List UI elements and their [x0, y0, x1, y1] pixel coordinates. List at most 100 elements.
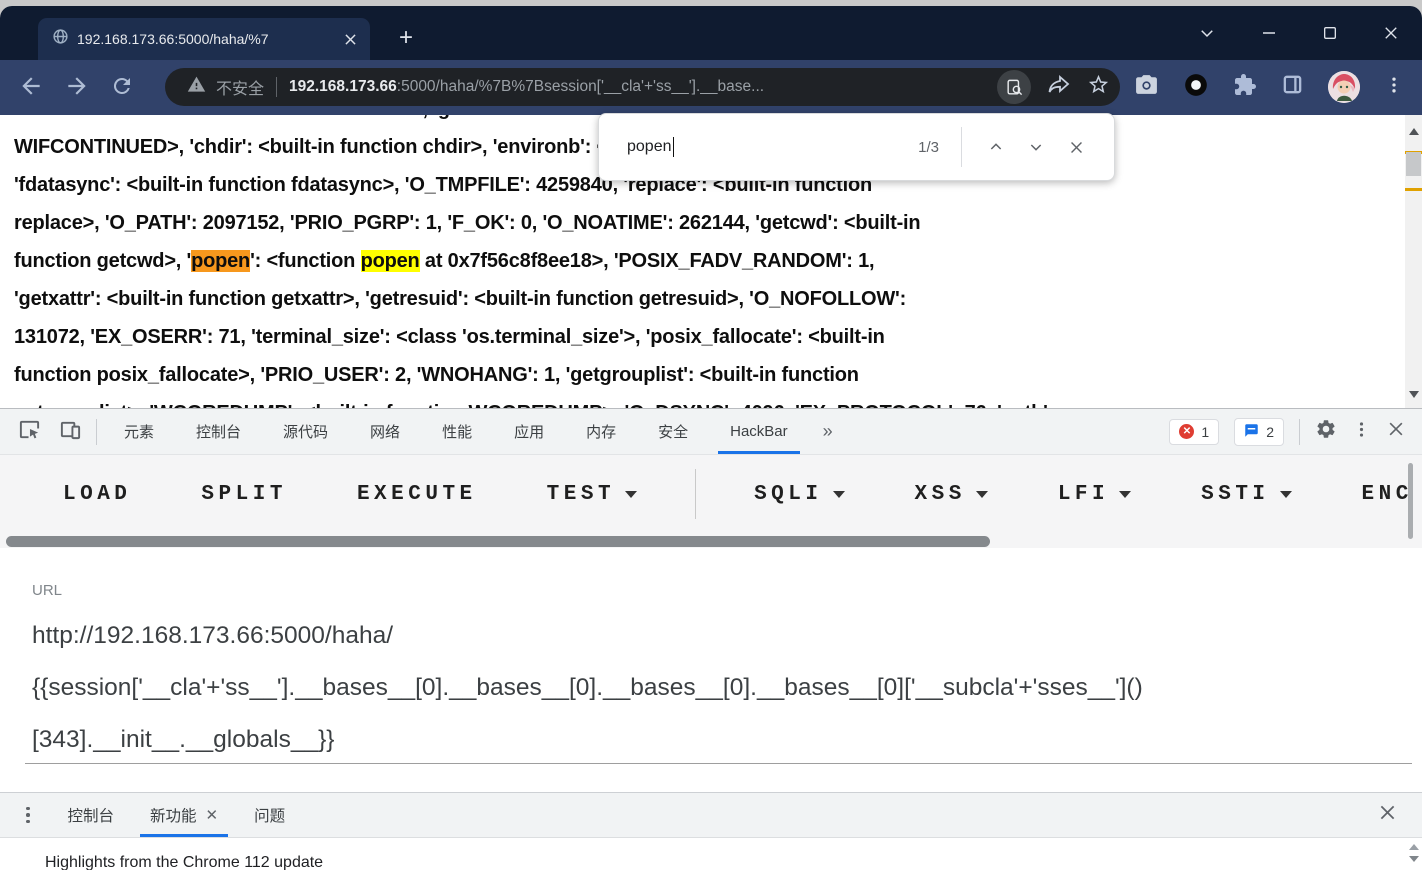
devtools-tab-元素[interactable]: 元素 — [103, 409, 175, 454]
hackbar-menu-load[interactable]: LOAD — [63, 483, 131, 506]
drawer-tab-label: 新功能 — [150, 804, 197, 826]
page-text-line: function getcwd>, 'popen': <function pop… — [14, 242, 1380, 280]
drawer-close-icon[interactable] — [1377, 802, 1422, 828]
side-panel-icon[interactable] — [1281, 73, 1304, 101]
drawer-menu-kebab-icon[interactable] — [0, 807, 50, 824]
scroll-up-icon[interactable] — [1409, 128, 1419, 135]
find-close-icon[interactable] — [1056, 127, 1096, 167]
dropdown-caret-icon — [833, 491, 845, 498]
drawer-tab-控制台[interactable]: 控制台 — [50, 793, 133, 837]
url-host: 192.168.173.66 — [289, 78, 397, 95]
hackbar-menu-enc[interactable]: ENC — [1362, 483, 1413, 506]
close-window-button[interactable] — [1382, 24, 1400, 42]
find-in-page-bar[interactable]: popen 1/3 — [598, 113, 1115, 181]
menu-label: SPLIT — [201, 483, 287, 506]
error-badge[interactable]: ✕ 1 — [1169, 419, 1219, 445]
address-bar[interactable]: 不安全 192.168.173.66:5000/haha/%7B%7Bsessi… — [165, 68, 1120, 106]
browser-menu-kebab-icon[interactable] — [1384, 75, 1404, 100]
scroll-down-icon[interactable] — [1409, 391, 1419, 398]
share-icon[interactable] — [1047, 73, 1071, 102]
menu-label: TEST — [547, 483, 615, 506]
hackbar-menu-ssti[interactable]: SSTI — [1201, 483, 1291, 506]
devtools-divider — [96, 419, 97, 445]
devtools-tab-源代码[interactable]: 源代码 — [262, 409, 349, 454]
find-next-icon[interactable] — [1016, 127, 1056, 167]
devtools-tabbar: 元素控制台源代码网络性能应用内存安全HackBar » ✕ 1 2 — [0, 408, 1422, 455]
devtools-tab-应用[interactable]: 应用 — [493, 409, 565, 454]
not-secure-warning-icon — [187, 75, 206, 99]
tab-close-icon[interactable] — [340, 29, 360, 49]
page-scrollbar[interactable] — [1405, 115, 1422, 408]
url-field-label: URL — [32, 582, 62, 599]
find-input[interactable]: popen — [627, 137, 918, 157]
find-previous-icon[interactable] — [976, 127, 1016, 167]
security-label[interactable]: 不安全 — [216, 75, 264, 99]
url-field[interactable]: http://192.168.173.66:5000/haha/ {{sessi… — [32, 610, 1392, 766]
hackbar-menu-sqli[interactable]: SQLI — [754, 483, 844, 506]
message-badge[interactable]: 2 — [1234, 418, 1284, 446]
hackbar-horizontal-scrollbar[interactable] — [6, 536, 990, 547]
back-icon[interactable] — [18, 73, 44, 104]
dropdown-caret-icon — [976, 491, 988, 498]
hackbar-menu-test[interactable]: TEST — [547, 483, 637, 506]
scroll-down-icon[interactable] — [1409, 856, 1419, 862]
url-line-3: [343].__init__.__globals__}} — [32, 714, 1392, 766]
menu-label: SSTI — [1201, 483, 1269, 506]
drawer-tab-新功能[interactable]: 新功能 ✕ — [132, 793, 236, 837]
whats-new-heading: Highlights from the Chrome 112 update — [45, 854, 323, 870]
new-tab-button[interactable]: + — [390, 22, 422, 54]
url-text[interactable]: 192.168.173.66:5000/haha/%7B%7Bsession['… — [289, 78, 764, 96]
reload-icon[interactable] — [110, 74, 134, 103]
device-toolbar-icon[interactable] — [59, 418, 82, 446]
page-text-line: getgrouplist>, 'WCOREDUMP': <built-in fu… — [14, 394, 1380, 408]
ring-extension-icon[interactable] — [1183, 72, 1209, 103]
devtools-tab-HackBar[interactable]: HackBar — [709, 409, 809, 454]
menu-label: XSS — [915, 483, 966, 506]
page-text-segment: replace>, 'O_PATH': 2097152, 'PRIO_PGRP'… — [14, 212, 920, 234]
devtools-menu-kebab-icon[interactable] — [1352, 420, 1371, 444]
drawer-tab-close-icon[interactable]: ✕ — [206, 806, 219, 824]
bookmark-star-icon[interactable] — [1087, 73, 1110, 101]
hackbar-menu-split[interactable]: SPLIT — [201, 483, 287, 506]
omnibox-divider — [276, 77, 277, 97]
screenshot-extension-icon[interactable] — [1134, 72, 1159, 102]
settings-gear-icon[interactable] — [1315, 418, 1337, 445]
hackbar-menu-row: LOAD SPLIT EXECUTE TEST SQLI XSS LFI SSTI ENC — [0, 455, 1422, 548]
message-count: 2 — [1266, 424, 1274, 440]
devtools-tabs: 元素控制台源代码网络性能应用内存安全HackBar — [103, 409, 809, 454]
devtools-close-icon[interactable] — [1386, 419, 1406, 444]
scrollbar-thumb[interactable] — [1406, 152, 1421, 176]
search-lens-icon[interactable] — [997, 70, 1031, 104]
browser-tab[interactable]: 192.168.173.66:5000/haha/%7 — [38, 18, 370, 60]
hackbar-menu-divider — [695, 469, 696, 519]
url-field-underline — [25, 763, 1412, 764]
tab-search-chevron-icon[interactable] — [1198, 24, 1216, 42]
devtools-tab-内存[interactable]: 内存 — [565, 409, 637, 454]
devtools-tab-性能[interactable]: 性能 — [421, 409, 493, 454]
hackbar-menu-lfi[interactable]: LFI — [1058, 483, 1131, 506]
find-match: popen — [361, 250, 420, 272]
extensions-puzzle-icon[interactable] — [1233, 73, 1257, 102]
hackbar-vertical-scrollbar[interactable] — [1408, 463, 1413, 539]
drawer-scrollbar[interactable] — [1409, 844, 1419, 862]
forward-icon[interactable] — [64, 73, 90, 104]
profile-avatar[interactable] — [1328, 71, 1360, 103]
more-tabs-button[interactable]: » — [809, 421, 847, 442]
minimize-button[interactable] — [1260, 24, 1278, 42]
scroll-up-icon[interactable] — [1409, 844, 1419, 850]
url-path: :5000/haha/%7B%7Bsession['__cla'+'ss__']… — [397, 78, 764, 95]
inspect-element-icon[interactable] — [18, 418, 41, 446]
find-match-marker — [1405, 188, 1422, 191]
devtools-tab-控制台[interactable]: 控制台 — [175, 409, 262, 454]
devtools-tab-网络[interactable]: 网络 — [349, 409, 421, 454]
hackbar-url-panel: URL http://192.168.173.66:5000/haha/ {{s… — [0, 548, 1422, 792]
titlebar: 192.168.173.66:5000/haha/%7 + — [0, 6, 1422, 60]
drawer-tabbar: 控制台新功能 ✕ 问题 — [0, 792, 1422, 838]
devtools-tab-安全[interactable]: 安全 — [637, 409, 709, 454]
drawer-tab-问题[interactable]: 问题 — [236, 793, 303, 837]
maximize-button[interactable] — [1322, 25, 1338, 41]
hackbar-menu-execute[interactable]: EXECUTE — [357, 483, 477, 506]
hackbar-menu-xss[interactable]: XSS — [915, 483, 988, 506]
tab-title: 192.168.173.66:5000/haha/%7 — [77, 31, 332, 47]
find-match-count: 1/3 — [918, 139, 939, 156]
